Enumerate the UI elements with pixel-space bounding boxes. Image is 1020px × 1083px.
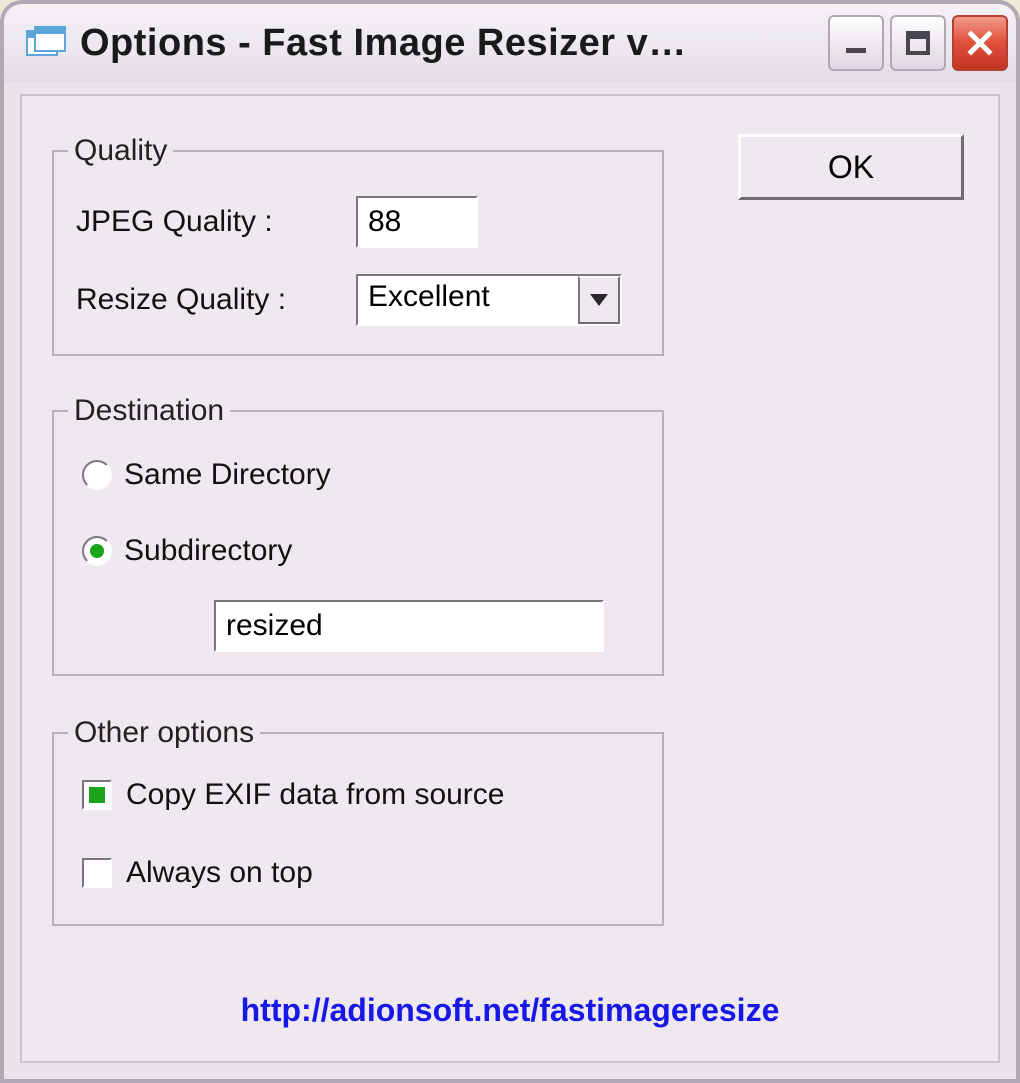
jpeg-quality-input[interactable]	[356, 196, 478, 248]
close-icon	[965, 28, 995, 58]
close-button[interactable]	[952, 15, 1008, 71]
checkbox-always-on-top-indicator	[82, 858, 112, 888]
website-link[interactable]: http://adionsoft.net/fastimageresize	[22, 992, 998, 1029]
minimize-icon	[841, 28, 871, 58]
radio-same-directory-label: Same Directory	[124, 458, 331, 492]
radio-subdirectory-label: Subdirectory	[124, 534, 292, 568]
client-area: OK Quality JPEG Quality : Resize Quality…	[20, 94, 1000, 1063]
checkbox-always-on-top[interactable]: Always on top	[82, 856, 313, 890]
app-icon	[26, 26, 66, 60]
maximize-icon	[903, 28, 933, 58]
group-quality-legend: Quality	[68, 134, 173, 168]
resize-quality-combobox[interactable]: Excellent	[356, 274, 622, 326]
row-jpeg-quality: JPEG Quality :	[76, 196, 640, 248]
group-destination-legend: Destination	[68, 394, 230, 428]
group-quality: Quality JPEG Quality : Resize Quality : …	[52, 134, 664, 356]
resize-quality-label: Resize Quality :	[76, 283, 356, 317]
radio-subdirectory-indicator	[82, 536, 112, 566]
minimize-button[interactable]	[828, 15, 884, 71]
radio-same-directory[interactable]: Same Directory	[82, 458, 331, 492]
checkbox-copy-exif[interactable]: Copy EXIF data from source	[82, 778, 505, 812]
maximize-button[interactable]	[890, 15, 946, 71]
titlebar[interactable]: Options - Fast Image Resizer v…	[4, 4, 1016, 82]
resize-quality-dropdown-button[interactable]	[578, 276, 620, 324]
jpeg-quality-label: JPEG Quality :	[76, 205, 356, 239]
radio-same-directory-indicator	[82, 460, 112, 490]
chevron-down-icon	[590, 294, 608, 306]
window-title: Options - Fast Image Resizer v…	[80, 22, 820, 65]
checkbox-copy-exif-indicator	[82, 780, 112, 810]
group-other-options: Other options Copy EXIF data from source…	[52, 716, 664, 926]
ok-button-label: OK	[828, 149, 874, 186]
checkbox-copy-exif-label: Copy EXIF data from source	[126, 778, 505, 812]
subdirectory-input[interactable]	[214, 600, 604, 652]
group-other-options-legend: Other options	[68, 716, 260, 750]
checkbox-always-on-top-label: Always on top	[126, 856, 313, 890]
resize-quality-selected: Excellent	[358, 276, 578, 324]
row-resize-quality: Resize Quality : Excellent	[76, 274, 640, 326]
radio-subdirectory[interactable]: Subdirectory	[82, 534, 292, 568]
window-frame: Options - Fast Image Resizer v…	[0, 0, 1020, 1083]
caption-buttons	[828, 15, 1008, 71]
ok-button[interactable]: OK	[738, 134, 964, 200]
group-destination: Destination Same Directory Subdirectory	[52, 394, 664, 676]
